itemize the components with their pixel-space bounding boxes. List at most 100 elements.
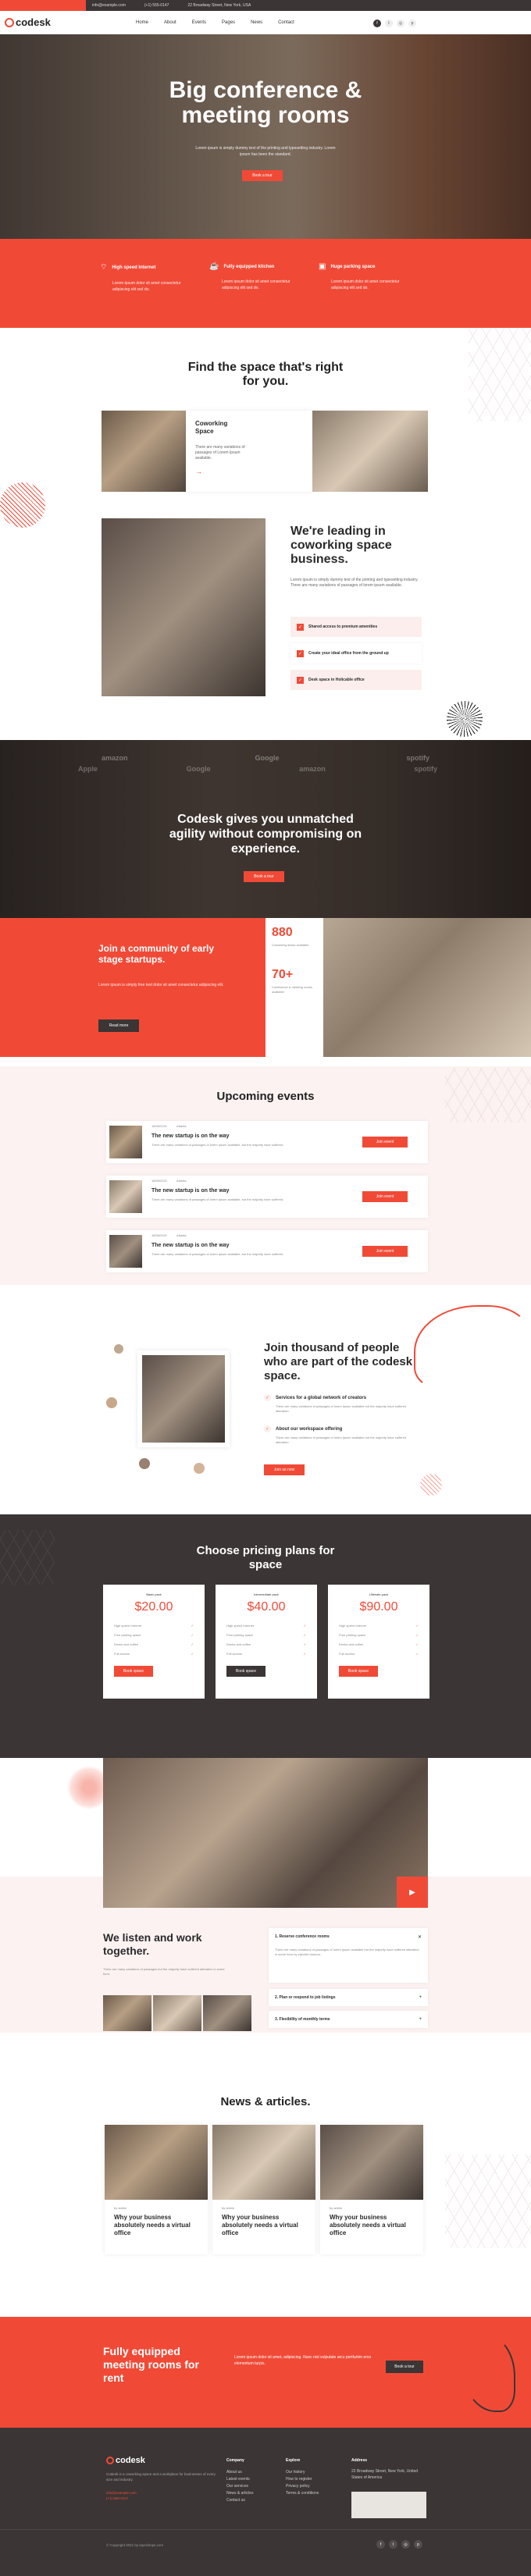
nav-news[interactable]: News [251, 20, 262, 25]
leading-title: We're leading in coworking space busines… [290, 525, 392, 566]
pinterest-icon[interactable]: p [408, 20, 416, 27]
facebook-icon[interactable]: f [376, 2540, 385, 2549]
top-email[interactable]: info@example.com [92, 3, 126, 8]
agility-button[interactable]: Book a tour [244, 871, 284, 882]
twitter-icon[interactable]: t [389, 2540, 397, 2549]
cta-band [0, 2317, 531, 2428]
check-icon: ✓ [297, 623, 304, 631]
community-button[interactable]: Read more [98, 1019, 139, 1032]
twitter-icon[interactable]: t [385, 20, 393, 27]
footer-link[interactable]: Contact us [226, 2497, 253, 2504]
cta-button[interactable]: Book a tour [386, 2361, 423, 2373]
avatar [106, 1397, 117, 1408]
plus-icon[interactable]: + [419, 2017, 422, 2022]
footer-email[interactable]: info@example.com [106, 2490, 137, 2496]
footer-link[interactable]: Our services [226, 2483, 253, 2490]
footer-link[interactable]: Terms & conditions [286, 2490, 319, 2497]
join-event-button[interactable]: Join event [362, 1137, 408, 1147]
footer-logo[interactable]: codesk [106, 2456, 145, 2465]
arrow-right-icon[interactable]: → [195, 468, 303, 475]
event-card: 18/05/2021 Atlanta The new startup is on … [106, 1230, 428, 1272]
close-icon[interactable]: ✕ [418, 1934, 422, 1940]
footer-link[interactable]: Our history [286, 2469, 319, 2476]
event-location: Atlanta [176, 1233, 187, 1237]
copyright: © Copyright 2021 by layerdrops.com [106, 2543, 164, 2547]
space-image-1 [102, 411, 186, 492]
nav-events[interactable]: Events [192, 20, 206, 25]
instagram-icon[interactable]: ◎ [401, 2540, 410, 2549]
event-image [109, 1126, 142, 1158]
cta-text: Lorem ipsum dolor sit amet, adipiscing. … [234, 2355, 372, 2366]
curve-decoration [414, 1305, 531, 1391]
check-icon: ✓ [415, 1624, 419, 1628]
pinterest-icon[interactable]: p [414, 2540, 422, 2549]
event-location: Atlanta [176, 1179, 187, 1183]
join-event-button[interactable]: Join event [362, 1246, 408, 1257]
faq-item[interactable]: 1. Reserve conference rooms ✕ There are m… [269, 1928, 428, 1983]
footer-link[interactable]: News & articles [226, 2490, 253, 2497]
faq-item[interactable]: 2. Plan or respond to job listings + [269, 1989, 428, 2006]
event-text: There are many variations of passages of… [151, 1252, 284, 1256]
dots-decoration [420, 1474, 442, 1496]
plus-icon[interactable]: + [419, 1995, 422, 2000]
faq-item[interactable]: 3. Flexibility of monthly terms + [269, 2011, 428, 2028]
community-text: Lorem ipsum is simply free text dolor si… [98, 983, 224, 987]
top-phone[interactable]: (+1) 555-0147 [144, 3, 169, 8]
map-thumbnail[interactable] [351, 2492, 426, 2518]
check-icon: ✓ [191, 1652, 194, 1656]
play-icon[interactable]: ▶ [397, 1877, 428, 1908]
hero-button[interactable]: Book a tour [242, 170, 283, 181]
nav-home[interactable]: Home [136, 20, 148, 25]
book-space-button[interactable]: Book space [114, 1666, 153, 1677]
check-icon: ✓ [264, 1394, 271, 1401]
leading-item: ✓ Desk space in Holicable office [290, 670, 422, 690]
pricing-title: Choose pricing plans for space [196, 1544, 335, 1571]
instagram-icon[interactable]: ◎ [397, 20, 404, 27]
join-button[interactable]: Join us now [264, 1464, 305, 1475]
event-date: 18/05/2021 [151, 1179, 168, 1183]
space-card[interactable]: Coworking Space There are many variation… [186, 411, 312, 492]
brand-logo: spotify [414, 765, 437, 773]
event-title[interactable]: The new startup is on the way [151, 1243, 230, 1248]
footer-about: Codesk is a coworking space and a workpl… [106, 2472, 216, 2482]
news-card-title[interactable]: Why your business absolutely needs a vir… [330, 2214, 414, 2237]
event-title[interactable]: The new startup is on the way [151, 1133, 230, 1139]
leading-item: ✓ Create your ideal office from the groun… [290, 643, 422, 664]
footer-phone[interactable]: (+1) 555-0147 [106, 2496, 128, 2501]
hex-decoration [0, 1530, 55, 1585]
hero-text: Lorem ipsum is simply dummy text of the … [195, 146, 336, 157]
pricing-card: Ultimate pack $90.00 High speed Internet… [328, 1585, 429, 1699]
footer-link[interactable]: Privacy policy [286, 2483, 319, 2490]
logo[interactable]: codesk [5, 16, 51, 28]
listen-title: We listen and work together. [103, 1931, 202, 1957]
space-title: Find the space that's right for you. [187, 361, 344, 388]
news-card-title[interactable]: Why your business absolutely needs a vir… [222, 2214, 306, 2237]
check-icon: ✓ [297, 676, 304, 684]
nav-pages[interactable]: Pages [222, 20, 235, 25]
book-space-button[interactable]: Book space [339, 1666, 378, 1677]
event-title[interactable]: The new startup is on the way [151, 1188, 230, 1194]
check-icon: ✓ [415, 1642, 419, 1646]
avatar [114, 1344, 123, 1354]
kitchen-icon: ☕ [209, 262, 219, 271]
community-title: Join a community of early stage startups… [98, 943, 215, 965]
news-card[interactable]: by admin Why your business absolutely nee… [320, 2125, 423, 2254]
footer-company: Company About us Latest events Our servi… [226, 2458, 254, 2504]
check-icon: ✓ [191, 1642, 194, 1646]
feature-parking: ▣ Huge parking space Lorem ipsum dolor si… [319, 262, 400, 290]
footer-link[interactable]: Latest events [226, 2476, 253, 2483]
news-card[interactable]: by admin Why your business absolutely nee… [105, 2125, 208, 2254]
event-card: 18/05/2021 Atlanta The new startup is on … [106, 1121, 428, 1163]
nav-about[interactable]: About [164, 20, 176, 25]
news-card-title[interactable]: Why your business absolutely needs a vir… [114, 2214, 198, 2237]
footer-link[interactable]: How to register [286, 2476, 319, 2483]
news-card[interactable]: by admin Why your business absolutely nee… [212, 2125, 315, 2254]
hero-title: Big conference & meeting rooms [169, 77, 362, 128]
event-text: There are many variations of passages of… [151, 1197, 284, 1201]
footer-link[interactable]: About us [226, 2469, 253, 2476]
book-space-button[interactable]: Book space [226, 1666, 266, 1677]
join-event-button[interactable]: Join event [362, 1191, 408, 1202]
space-image-2 [312, 411, 428, 492]
facebook-icon[interactable]: f [373, 20, 381, 27]
nav-contact[interactable]: Contact [278, 20, 294, 25]
